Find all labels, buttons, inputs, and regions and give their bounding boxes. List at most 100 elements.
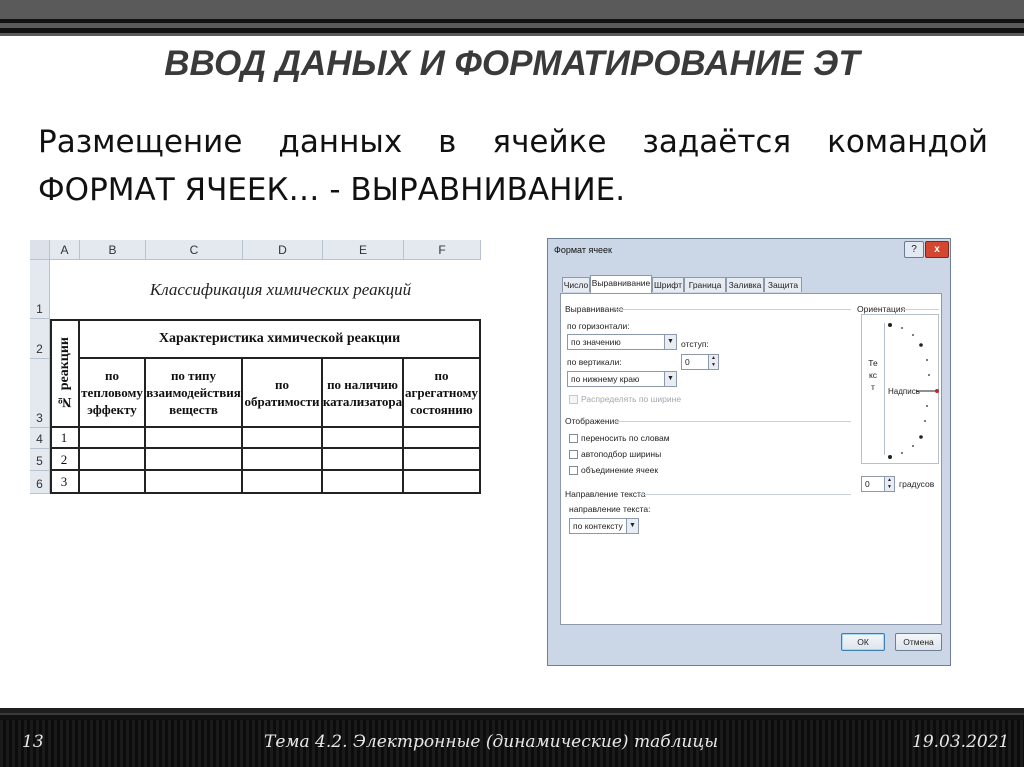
close-button[interactable]: x: [925, 241, 949, 258]
distributed-label: Распределять по ширине: [581, 394, 682, 404]
spinner-arrows-icon: ▲ ▼: [708, 355, 718, 369]
row-number-cell: 3: [50, 471, 80, 494]
vertical-select-value: по нижнему краю: [571, 374, 640, 384]
vertical-select[interactable]: по нижнему краю ▼: [567, 371, 677, 387]
format-cells-dialog: Формат ячеек ? x Число Выравнивание Шриф…: [547, 238, 951, 666]
horizontal-select-value: по значению: [571, 337, 621, 347]
tab-font[interactable]: Шрифт: [652, 277, 684, 292]
row-header: 2: [30, 319, 50, 359]
indent-label: отступ:: [681, 339, 709, 349]
tab-border[interactable]: Граница: [684, 277, 726, 292]
degrees-value: 0: [865, 479, 870, 489]
table-cell: [146, 428, 243, 449]
reaction-number-header: № реакции: [50, 319, 80, 428]
tab-protection[interactable]: Защита: [764, 277, 802, 292]
column-header: F: [404, 240, 481, 260]
subheader-cell: по обратимости: [243, 359, 323, 428]
row-number-cell: 1: [50, 428, 80, 449]
merge-cells-label: объединение ячеек: [581, 465, 659, 475]
subheader-cell: по тепловому эффекту: [80, 359, 146, 428]
table-caption: Классификация химических реакций: [149, 279, 412, 299]
table-cell: [80, 449, 146, 471]
top-stripe: [0, 19, 1024, 23]
group-divider: [903, 309, 939, 310]
slide-title: ВВОД ДАНЫХ И ФОРМАТИРОВАНИЕ ЭТ: [164, 44, 860, 83]
group-divider: [639, 494, 851, 495]
indent-value: 0: [685, 357, 690, 367]
table-cell: [243, 471, 323, 494]
degrees-spinner[interactable]: 0 ▲ ▼: [861, 476, 895, 492]
alignment-panel: Выравнивание по горизонтали: по значению…: [560, 293, 942, 625]
dialog-title: Формат ячеек: [554, 245, 612, 255]
table-cell: [80, 428, 146, 449]
chevron-down-icon: ▼: [626, 519, 638, 533]
orientation-vertical-text: Текст: [868, 358, 878, 392]
vertical-label: по вертикали:: [567, 357, 622, 367]
dialog-titlebar: Формат ячеек ? x: [548, 239, 950, 263]
orientation-control[interactable]: Текст Надпись: [861, 314, 939, 464]
footer-stripe: [0, 708, 1024, 715]
help-button[interactable]: ?: [904, 241, 924, 258]
wrap-text-checkbox[interactable]: [569, 434, 578, 443]
cancel-button[interactable]: Отмена: [895, 633, 942, 651]
chevron-down-icon: ▼: [664, 335, 676, 349]
group-divider: [615, 421, 851, 422]
page-number: 13: [22, 732, 44, 752]
column-header: A: [50, 240, 80, 260]
group-direction-label: Направление текста: [565, 489, 646, 499]
autofit-checkbox[interactable]: [569, 450, 578, 459]
subheader-cell: по типу взаимодействия веществ: [146, 359, 243, 428]
column-header: B: [80, 240, 146, 260]
chevron-down-icon: ▼: [664, 372, 676, 386]
table-cell: [404, 471, 481, 494]
row-number-cell: 2: [50, 449, 80, 471]
slide-body-text: Размещение данных в ячейке задаётся кома…: [38, 124, 988, 208]
row-header: 1: [30, 260, 50, 319]
spinner-arrows-icon: ▲ ▼: [884, 477, 894, 491]
table-cell: [146, 449, 243, 471]
orientation-label: Надпись: [888, 387, 920, 396]
footer-date: 19.03.2021: [912, 732, 1010, 752]
table-cell: [404, 428, 481, 449]
characteristics-header: Характеристика химической реакции: [80, 319, 481, 359]
subheader-cell: по агрегатному состоянию: [404, 359, 481, 428]
row-header: 6: [30, 471, 50, 494]
reaction-number-label: № реакции: [56, 336, 72, 409]
table-cell: [243, 449, 323, 471]
tab-number[interactable]: Число: [562, 277, 590, 292]
horizontal-select[interactable]: по значению ▼: [567, 334, 677, 350]
merge-cells-checkbox[interactable]: [569, 466, 578, 475]
table-cell: [323, 449, 404, 471]
column-header: C: [146, 240, 243, 260]
row-header: 3: [30, 359, 50, 428]
top-stripe: [0, 28, 1024, 33]
tab-alignment[interactable]: Выравнивание: [590, 275, 652, 293]
subheader-cell: по наличию катализатора: [323, 359, 404, 428]
spreadsheet-example: A B C D E F 1 2 3 4 5 6 Классификация хи…: [30, 240, 481, 494]
group-divider: [615, 309, 851, 310]
table-cell: [323, 428, 404, 449]
column-header: D: [243, 240, 323, 260]
footer-topic: Тема 4.2. Электронные (динамические) таб…: [264, 732, 719, 752]
slide-footer: 13 Тема 4.2. Электронные (динамические) …: [0, 708, 1024, 767]
row-header: 4: [30, 428, 50, 449]
group-display-label: Отображение: [565, 416, 620, 426]
top-decorative-band: [0, 0, 1024, 36]
tab-fill[interactable]: Заливка: [726, 277, 764, 292]
table-cell: [80, 471, 146, 494]
row-header: 5: [30, 449, 50, 471]
autofit-label: автоподбор ширины: [581, 449, 662, 459]
group-orientation-label: Ориентация: [857, 304, 906, 314]
table-cell: [404, 449, 481, 471]
column-header: E: [323, 240, 404, 260]
direction-select-value: по контексту: [573, 521, 623, 531]
sheet-corner: [30, 240, 50, 260]
wrap-text-label: переносить по словам: [581, 433, 670, 443]
table-cell: [323, 471, 404, 494]
ok-button[interactable]: ОК: [841, 633, 885, 651]
indent-spinner[interactable]: 0 ▲ ▼: [681, 354, 719, 370]
horizontal-label: по горизонтали:: [567, 321, 630, 331]
table-cell: [146, 471, 243, 494]
direction-select[interactable]: по контексту ▼: [569, 518, 639, 534]
distributed-checkbox[interactable]: [569, 395, 578, 404]
